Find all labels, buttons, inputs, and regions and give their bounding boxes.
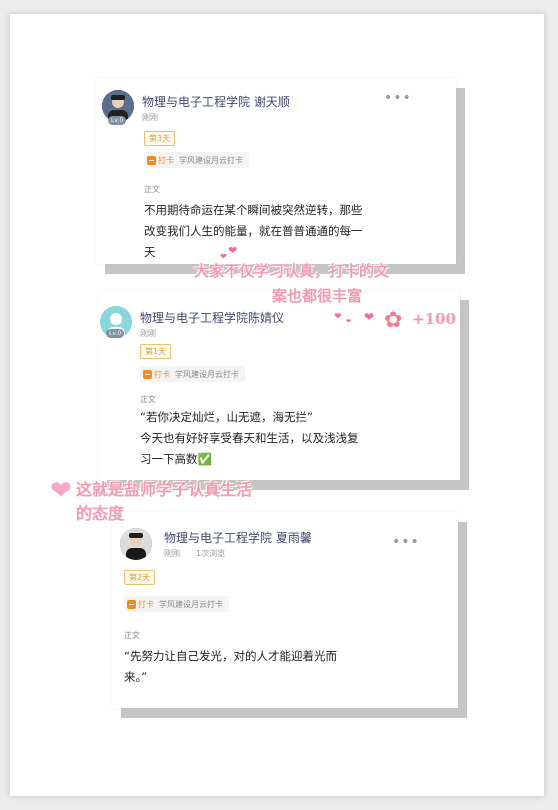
annotation-note-2-line-2: 的态度 xyxy=(76,504,125,523)
annotation-plus: +100 xyxy=(412,310,456,328)
checkin-tag[interactable]: 打卡 学风建设月云打卡 xyxy=(140,366,245,382)
author-name[interactable]: 物理与电子工程学院 谢天顺 xyxy=(142,93,290,110)
user-icon xyxy=(120,528,152,560)
checkin-tag[interactable]: 打卡 学风建设月云打卡 xyxy=(144,152,249,168)
avatar[interactable] xyxy=(120,528,152,560)
body-line: “先努力让自己发光，对的人才能迎着光而 xyxy=(124,649,337,663)
body-line: 习一下高数✅ xyxy=(140,452,212,466)
author-name[interactable]: 物理与电子工程学院 夏雨馨 xyxy=(164,529,312,546)
checkin-calendar-icon xyxy=(143,369,152,379)
checkin-calendar-icon xyxy=(147,155,156,165)
more-icon[interactable]: ••• xyxy=(392,534,420,550)
body-line: 不用期待命运在某个瞬间被突然逆转，那些 xyxy=(144,203,363,217)
post-body: 不用期待命运在某个瞬间被突然逆转，那些 改变我们人生的能量，就在普普通通的每一 … xyxy=(144,200,404,263)
heart-icon: ❤ xyxy=(228,244,238,257)
post-card-3[interactable]: 物理与电子工程学院 夏雨馨 刚刚 1次浏览 ••• 第2天 打卡 学风建设月云打… xyxy=(112,512,458,708)
checkin-activity: 学风建设月云打卡 xyxy=(159,599,223,609)
heart-icon: ❤ xyxy=(50,476,72,506)
body-line: 来。” xyxy=(124,670,148,684)
checkin-activity: 学风建设月云打卡 xyxy=(175,369,239,379)
heart-icon: ❤ xyxy=(364,310,375,324)
post-time: 刚刚 xyxy=(140,329,156,338)
day-badge: 第2天 xyxy=(124,570,156,585)
checkin-tag[interactable]: 打卡 学风建设月云打卡 xyxy=(124,596,229,612)
checkin-label: 打卡 xyxy=(138,599,154,609)
author-name[interactable]: 物理与电子工程学院陈婧仪 xyxy=(140,309,284,326)
day-badge: 第1天 xyxy=(140,344,172,359)
annotation-note-1-line-2: 案也都很丰富 xyxy=(272,287,363,305)
post-body: “先努力让自己发光，对的人才能迎着光而 来。” xyxy=(124,646,394,688)
section-label: 正文 xyxy=(124,631,140,640)
post-time: 刚刚 xyxy=(142,113,158,122)
more-icon[interactable]: ••• xyxy=(384,90,412,106)
body-line: 改变我们人生的能量，就在普普通通的每一 xyxy=(144,224,363,238)
day-badge: 第3天 xyxy=(144,131,176,146)
level-badge: Lv.0 xyxy=(108,116,127,125)
section-label: 正文 xyxy=(144,185,160,194)
body-line: 今天也有好好享受春天和生活，以及浅浅复 xyxy=(140,431,359,445)
post-card-2[interactable]: Lv.0 物理与电子工程学院陈婧仪 刚刚 第1天 打卡 学风建设月云打卡 正文 … xyxy=(98,290,460,480)
annotation-note-1-line-1: 大家不仅学习认真，打卡的文 xyxy=(194,262,390,280)
heart-icon: ❤ xyxy=(346,318,352,325)
view-count: 1次浏览 xyxy=(196,549,226,558)
heart-icon: ❤ xyxy=(334,312,342,322)
annotation-note-2-line-1: 这就是盐师学子认真生活 xyxy=(76,480,253,499)
post-body: “若你决定灿烂，山无遮，海无拦” 今天也有好好享受春天和生活，以及浅浅复 习一下… xyxy=(140,407,400,470)
section-label: 正文 xyxy=(140,395,156,404)
level-badge: Lv.0 xyxy=(106,329,125,338)
checkin-calendar-icon xyxy=(127,599,136,609)
flower-icon: ✿ xyxy=(384,308,403,333)
checkin-activity: 学风建设月云打卡 xyxy=(179,155,243,165)
post-card-1[interactable]: Lv.0 物理与电子工程学院 谢天顺 刚刚 ••• 第3天 打卡 学风建设月云打… xyxy=(96,78,456,264)
checkin-label: 打卡 xyxy=(154,369,170,379)
checkin-label: 打卡 xyxy=(158,155,174,165)
body-line: “若你决定灿烂，山无遮，海无拦” xyxy=(140,410,313,424)
post-time: 刚刚 xyxy=(164,549,180,558)
